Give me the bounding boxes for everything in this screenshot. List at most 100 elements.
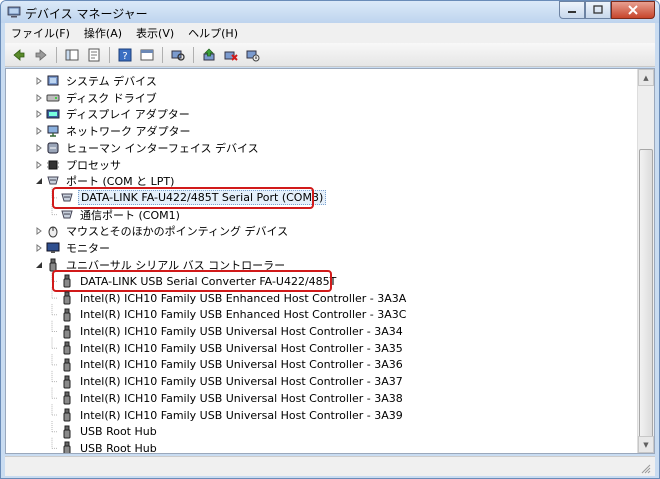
tree-child-item[interactable]: Intel(R) ICH10 Family USB Universal Host…: [60, 407, 405, 423]
tree-item-label: 通信ポート (COM1): [80, 208, 180, 222]
tree-child-item[interactable]: Intel(R) ICH10 Family USB Universal Host…: [60, 324, 405, 340]
collapsed-triangle-icon[interactable]: [34, 127, 43, 136]
tree-category-item[interactable]: モニター: [34, 240, 112, 256]
device-manager-window: デバイス マネージャー ファイル(F) 操作(A) 表示(V) ヘルプ(H) ?…: [0, 0, 660, 479]
usb-icon: [63, 425, 71, 439]
expanded-triangle-icon[interactable]: [34, 177, 43, 186]
tree-item-label: モニター: [66, 242, 110, 255]
menu-file[interactable]: ファイル(F): [11, 25, 70, 41]
tree-item-label: Intel(R) ICH10 Family USB Universal Host…: [80, 375, 403, 389]
port-icon: [61, 210, 73, 219]
tree-child-item[interactable]: Intel(R) ICH10 Family USB Universal Host…: [60, 340, 405, 356]
tree-item-label: Intel(R) ICH10 Family USB Enhanced Host …: [80, 308, 407, 322]
tree-category-item[interactable]: ネットワーク アダプター: [34, 123, 193, 139]
menu-view[interactable]: 表示(V): [136, 25, 174, 41]
highlight-box: [52, 186, 314, 209]
tree-child-item[interactable]: USB Root Hub: [60, 440, 159, 453]
update-driver-button[interactable]: [199, 46, 219, 64]
collapsed-triangle-icon[interactable]: [34, 160, 43, 169]
monitor-icon: [46, 242, 60, 253]
toolbar-separator: [193, 46, 194, 63]
console-tree-icon: [65, 49, 79, 60]
tree-child-item[interactable]: Intel(R) ICH10 Family USB Universal Host…: [60, 390, 405, 406]
scroll-thumb[interactable]: [639, 149, 653, 439]
tree-child-item[interactable]: Intel(R) ICH10 Family USB Universal Host…: [60, 374, 405, 390]
tree-child-item[interactable]: 通信ポート (COM1): [60, 207, 182, 223]
svg-text:?: ?: [122, 51, 127, 62]
update-driver-icon: [203, 48, 215, 60]
toolbar-separator: [162, 46, 163, 63]
export-button[interactable]: [137, 46, 157, 64]
tree-child-item[interactable]: Intel(R) ICH10 Family USB Enhanced Host …: [60, 290, 408, 306]
usb-icon: [63, 441, 71, 453]
tree-category-item[interactable]: ヒューマン インターフェイス デバイス: [34, 140, 261, 156]
toolbar-separator: [56, 46, 57, 63]
vertical-scrollbar[interactable]: ▲ ▼: [637, 69, 654, 453]
tree-item-label: ディスプレイ アダプター: [66, 108, 190, 122]
caption-buttons: [559, 1, 655, 19]
uninstall-button[interactable]: [221, 46, 241, 64]
title-bar[interactable]: デバイス マネージャー: [1, 1, 659, 23]
hid-icon: [47, 142, 59, 154]
tree-item-label: ネットワーク アダプター: [66, 125, 191, 139]
tree-category-item[interactable]: マウスとそのほかのポインティング デバイス: [34, 223, 290, 239]
scroll-up-button[interactable]: ▲: [638, 69, 654, 86]
tree-item-label: Intel(R) ICH10 Family USB Universal Host…: [80, 341, 403, 355]
collapsed-triangle-icon[interactable]: [34, 227, 43, 236]
back-button[interactable]: [9, 46, 29, 64]
tree-item-label: マウスとそのほかのポインティング デバイス: [66, 225, 289, 239]
usb-icon: [63, 308, 71, 322]
highlight-box: [52, 270, 332, 293]
usb-icon: [63, 325, 71, 338]
forward-button[interactable]: [31, 46, 51, 64]
collapsed-triangle-icon[interactable]: [34, 93, 43, 102]
tree-item-label: Intel(R) ICH10 Family USB Universal Host…: [80, 325, 403, 338]
window-title: デバイス マネージャー: [25, 7, 148, 21]
tree-item-label: ディスク ドライブ: [66, 91, 157, 105]
maximize-button[interactable]: [585, 1, 611, 19]
device-tree[interactable]: システム デバイスディスク ドライブディスプレイ アダプター ネットワーク アダプ…: [6, 69, 638, 453]
help-button[interactable]: ?: [115, 46, 135, 64]
properties-button[interactable]: [84, 46, 104, 64]
scan-hardware-button[interactable]: [168, 46, 188, 64]
menu-help[interactable]: ヘルプ(H): [188, 25, 238, 41]
display-adapter-icon: [46, 109, 60, 119]
tree-category-item[interactable]: システム デバイス: [34, 73, 159, 89]
toolbar-separator: [109, 46, 110, 63]
tree-item-label: Intel(R) ICH10 Family USB Universal Host…: [80, 391, 403, 405]
collapsed-triangle-icon[interactable]: [34, 77, 43, 86]
disable-button[interactable]: [243, 46, 263, 64]
collapsed-triangle-icon[interactable]: [34, 143, 43, 152]
usb-icon: [63, 341, 71, 355]
resize-grip-icon[interactable]: [641, 464, 651, 474]
scroll-down-button[interactable]: ▼: [638, 436, 654, 453]
usb-icon: [63, 391, 71, 405]
collapsed-triangle-icon[interactable]: [34, 244, 43, 253]
system-device-icon: [47, 75, 59, 86]
network-adapter-icon: [47, 125, 59, 137]
back-arrow-icon: [13, 48, 25, 61]
menu-action[interactable]: 操作(A): [84, 25, 122, 41]
tree-child-item[interactable]: USB Root Hub: [60, 424, 159, 440]
disable-device-icon: [246, 50, 260, 61]
show-hide-console-tree-button[interactable]: [62, 46, 82, 64]
minimize-icon: [568, 11, 576, 13]
collapsed-triangle-icon[interactable]: [34, 110, 43, 119]
tree-item-label: USB Root Hub: [80, 425, 157, 439]
processor-icon: [47, 160, 59, 169]
tree-child-item[interactable]: Intel(R) ICH10 Family USB Universal Host…: [60, 357, 405, 373]
close-button[interactable]: [611, 1, 655, 19]
tree-category-item[interactable]: プロセッサ: [34, 157, 123, 173]
menu-bar: ファイル(F) 操作(A) 表示(V) ヘルプ(H): [5, 23, 655, 43]
mouse-icon: [48, 226, 58, 238]
tree-child-item[interactable]: Intel(R) ICH10 Family USB Enhanced Host …: [60, 307, 408, 323]
expanded-triangle-icon[interactable]: [34, 260, 43, 269]
tree-item-label: Intel(R) ICH10 Family USB Universal Host…: [80, 408, 403, 422]
status-bar: [5, 456, 655, 476]
device-manager-icon: [7, 6, 21, 18]
tree-category-item[interactable]: ディスプレイ アダプター: [34, 106, 192, 122]
minimize-button[interactable]: [559, 1, 585, 19]
usb-icon: [63, 358, 71, 372]
toolbar: ?: [5, 43, 655, 67]
tree-category-item[interactable]: ディスク ドライブ: [34, 90, 159, 106]
